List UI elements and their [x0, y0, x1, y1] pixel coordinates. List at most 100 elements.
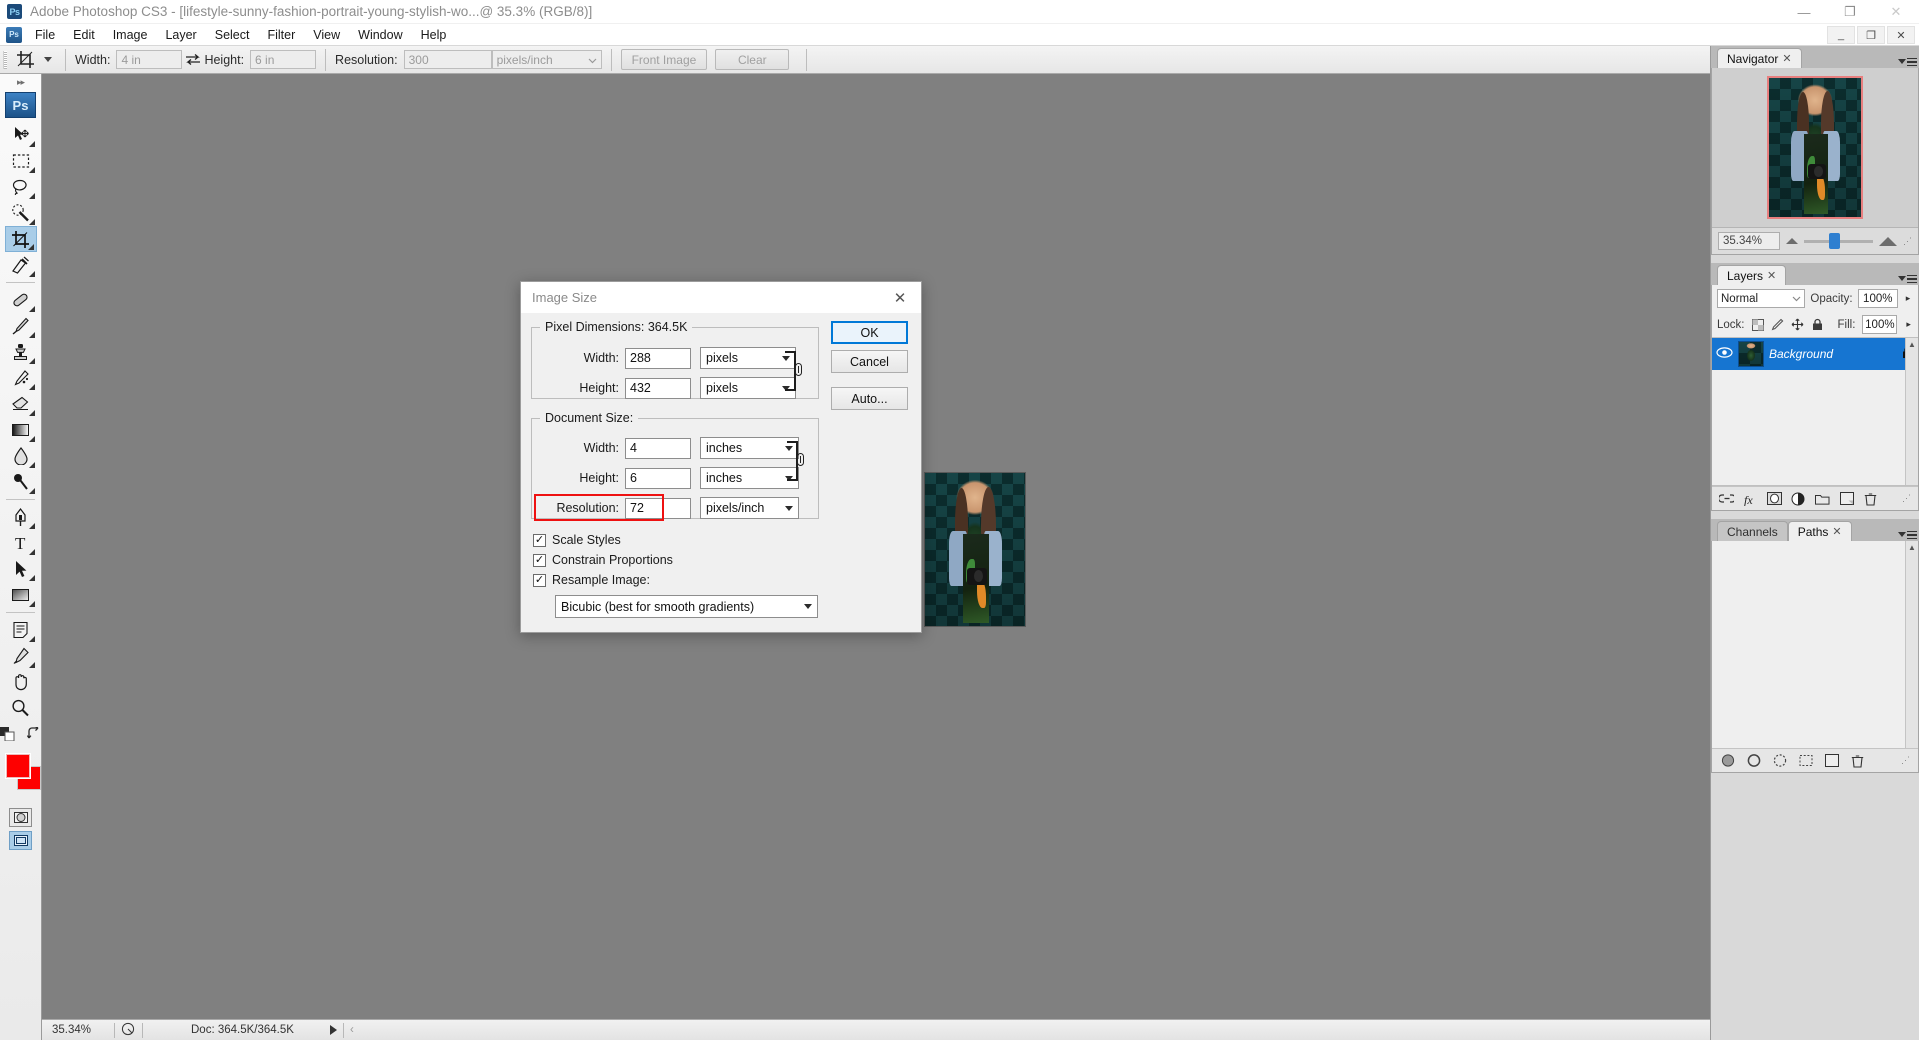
resize-grip-icon[interactable]: ⋰ [1901, 755, 1910, 766]
layer-style-fx-icon[interactable]: fx [1743, 491, 1758, 506]
menu-help[interactable]: Help [412, 26, 456, 44]
scroll-up-icon[interactable]: ▲ [1906, 541, 1918, 554]
rectangle-shape-tool[interactable] [5, 582, 37, 608]
doc-width-unit-select[interactable]: inches [700, 437, 799, 459]
standard-mode-button[interactable] [9, 808, 32, 827]
doc-info-icon[interactable] [121, 1022, 136, 1039]
crop-resolution-input[interactable]: 300 [403, 50, 492, 69]
doc-width-input[interactable]: 4 [625, 437, 691, 459]
delete-layer-icon[interactable] [1863, 491, 1878, 506]
menu-select[interactable]: Select [206, 26, 259, 44]
swap-dimensions-icon[interactable] [182, 53, 204, 66]
fill-path-icon[interactable] [1720, 753, 1735, 768]
zoom-slider-knob[interactable] [1828, 232, 1840, 249]
load-selection-icon[interactable] [1772, 753, 1787, 768]
swap-colors-icon[interactable] [26, 725, 41, 744]
document-canvas-image[interactable] [924, 472, 1026, 627]
path-selection-tool[interactable] [5, 556, 37, 582]
navigator-zoom-slider[interactable] [1804, 232, 1873, 249]
menu-layer[interactable]: Layer [156, 26, 205, 44]
doc-resolution-input[interactable]: 72 [625, 497, 691, 519]
blur-tool[interactable] [5, 443, 37, 469]
lock-transparent-pixels-icon[interactable] [1751, 318, 1764, 332]
screen-mode-button[interactable] [9, 831, 32, 850]
menu-file[interactable]: File [26, 26, 64, 44]
brush-tool[interactable] [5, 313, 37, 339]
zoom-in-icon[interactable] [1879, 236, 1897, 246]
scale-styles-checkbox[interactable]: ✓ [533, 533, 546, 547]
navigator-thumbnail-area[interactable] [1712, 68, 1918, 227]
move-tool[interactable] [5, 122, 37, 148]
fill-input[interactable]: 100% [1862, 315, 1898, 334]
notes-tool[interactable] [5, 617, 37, 643]
paths-scrollbar[interactable]: ▲ [1905, 541, 1918, 772]
scale-styles-row[interactable]: ✓ Scale Styles [533, 533, 621, 547]
cancel-button[interactable]: Cancel [831, 350, 908, 373]
gradient-tool[interactable] [5, 417, 37, 443]
doc-height-unit-select[interactable]: inches [700, 467, 799, 489]
resample-image-row[interactable]: ✓ Resample Image: [533, 573, 650, 587]
default-colors-icon[interactable] [0, 727, 15, 744]
doc-height-input[interactable]: 6 [625, 467, 691, 489]
foreground-color-swatch[interactable] [6, 754, 30, 778]
table-row[interactable]: Background [1712, 338, 1918, 370]
menu-edit[interactable]: Edit [64, 26, 104, 44]
make-work-path-icon[interactable] [1798, 753, 1813, 768]
tool-preset-chevron-icon[interactable] [40, 57, 56, 62]
crop-width-input[interactable]: 4 in [116, 50, 183, 69]
pixel-height-unit-select[interactable]: pixels [700, 377, 796, 399]
history-brush-tool[interactable] [5, 365, 37, 391]
fill-stepper-icon[interactable]: ▸ [1904, 315, 1913, 334]
constrain-proportions-row[interactable]: ✓ Constrain Proportions [533, 553, 673, 567]
new-path-icon[interactable] [1824, 753, 1839, 768]
delete-path-icon[interactable] [1850, 753, 1865, 768]
navigator-zoom-input[interactable]: 35.34% [1718, 232, 1780, 250]
minimize-document-button[interactable]: _ [1827, 26, 1855, 44]
menu-filter[interactable]: Filter [258, 26, 304, 44]
resample-method-select[interactable]: Bicubic (best for smooth gradients) [555, 595, 818, 618]
type-tool[interactable]: T [5, 530, 37, 556]
auto-button[interactable]: Auto... [831, 387, 908, 410]
link-layers-icon[interactable] [1719, 491, 1734, 506]
navigator-thumbnail[interactable] [1767, 76, 1863, 219]
close-window-button[interactable]: ✕ [1873, 0, 1919, 24]
lasso-tool[interactable] [5, 174, 37, 200]
layer-mask-icon[interactable] [1767, 491, 1782, 506]
clear-button[interactable]: Clear [715, 49, 790, 70]
toolbar-collapse-icon[interactable]: ▸▸ [0, 74, 41, 90]
resize-grip-icon[interactable]: ⋰ [1902, 493, 1911, 504]
lock-all-icon[interactable] [1811, 318, 1824, 332]
stroke-path-icon[interactable] [1746, 753, 1761, 768]
tab-navigator[interactable]: Navigator ✕ [1717, 48, 1802, 68]
hand-tool[interactable] [5, 669, 37, 695]
crop-tool[interactable] [4, 226, 37, 252]
pixel-width-unit-select[interactable]: pixels [700, 347, 796, 369]
dodge-tool[interactable] [5, 469, 37, 495]
zoom-out-icon[interactable] [1786, 238, 1798, 244]
paths-panel-body[interactable]: ▲ ⋰ [1711, 541, 1919, 773]
crop-height-input[interactable]: 6 in [250, 50, 317, 69]
status-popup-arrow-icon[interactable] [329, 1025, 337, 1035]
menu-view[interactable]: View [304, 26, 349, 44]
close-document-button[interactable]: ✕ [1887, 26, 1915, 44]
menu-image[interactable]: Image [104, 26, 157, 44]
crop-resolution-unit-select[interactable]: pixels/inch [491, 50, 602, 69]
minimize-window-button[interactable]: — [1781, 0, 1827, 24]
opacity-input[interactable]: 100% [1857, 289, 1898, 308]
resize-grip-icon[interactable]: ⋰ [1903, 236, 1912, 247]
new-layer-icon[interactable] [1839, 491, 1854, 506]
scroll-up-icon[interactable]: ▲ [1906, 338, 1918, 351]
adjustment-layer-icon[interactable] [1791, 491, 1806, 506]
eyedropper-tool[interactable] [5, 643, 37, 669]
options-bar-grip[interactable] [0, 47, 10, 73]
tab-paths[interactable]: Paths ✕ [1787, 521, 1852, 541]
constrain-proportions-checkbox[interactable]: ✓ [533, 553, 546, 567]
resample-image-checkbox[interactable]: ✓ [533, 573, 546, 587]
layers-list[interactable]: Background ▲ [1712, 338, 1918, 486]
layers-scrollbar[interactable]: ▲ [1905, 338, 1918, 485]
layer-visibility-icon[interactable] [1716, 346, 1733, 362]
layer-name[interactable]: Background [1769, 347, 1896, 361]
lock-image-pixels-icon[interactable] [1771, 318, 1784, 332]
clone-stamp-tool[interactable] [5, 339, 37, 365]
tab-layers[interactable]: Layers ✕ [1717, 265, 1787, 285]
